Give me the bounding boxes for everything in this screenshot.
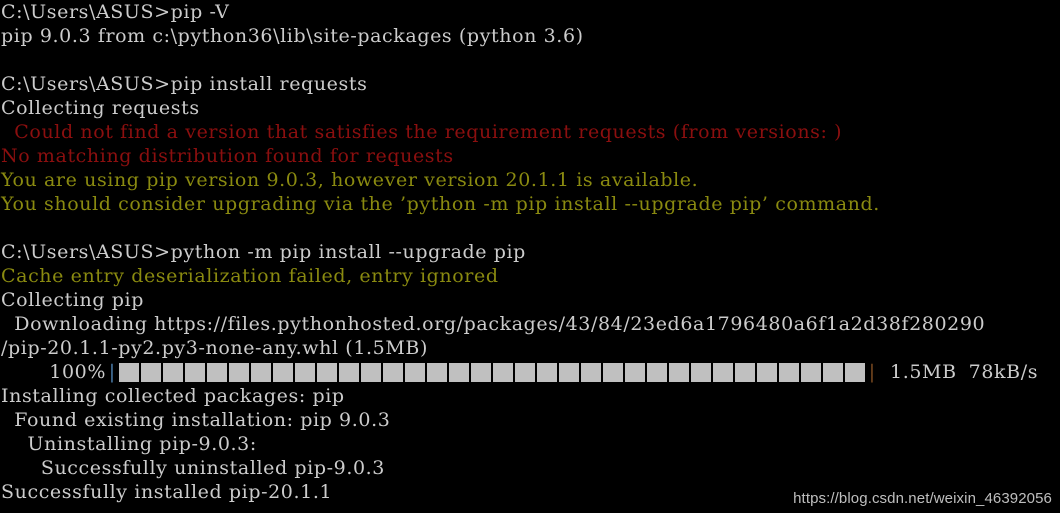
progress-block <box>493 362 513 382</box>
progress-block <box>669 362 689 382</box>
progress-block <box>713 362 733 382</box>
csdn-watermark: https://blog.csdn.net/weixin_46392056 <box>793 490 1052 507</box>
progress-bar-right-delimiter: | <box>868 361 876 383</box>
progress-bar-track <box>119 362 865 382</box>
progress-block <box>779 362 799 382</box>
progress-size-label: 1.5MB <box>890 361 957 383</box>
terminal-line-0: C:\Users\ASUS>pip -V <box>1 1 230 23</box>
terminal-console[interactable]: C:\Users\ASUS>pip -V pip 9.0.3 from c:\py… <box>0 0 1060 513</box>
progress-block <box>339 362 359 382</box>
progress-block <box>361 362 381 382</box>
terminal-line-after-0: Installing collected packages: pip <box>1 385 345 407</box>
progress-percent-label: 100% <box>49 361 106 383</box>
progress-block <box>163 362 183 382</box>
terminal-line-14: /pip-20.1.1-py2.py3-none-any.whl (1.5MB) <box>1 337 428 359</box>
terminal-line-9 <box>0 216 1060 240</box>
terminal-line-2 <box>0 48 1060 72</box>
terminal-line-after-1: Found existing installation: pip 9.0.3 <box>1 409 391 431</box>
progress-block <box>581 362 601 382</box>
progress-block <box>801 362 821 382</box>
progress-block <box>559 362 579 382</box>
progress-block <box>427 362 447 382</box>
progress-block <box>185 362 205 382</box>
progress-block <box>251 362 271 382</box>
terminal-line-4: Collecting requests <box>1 97 200 119</box>
terminal-line-7: You are using pip version 9.0.3, however… <box>1 169 699 191</box>
terminal-line-11: Cache entry deserialization failed, entr… <box>1 265 499 287</box>
progress-block <box>383 362 403 382</box>
progress-block <box>141 362 161 382</box>
progress-block <box>515 362 535 382</box>
progress-block <box>603 362 623 382</box>
terminal-line-3: C:\Users\ASUS>pip install requests <box>1 73 368 95</box>
terminal-line-5: Could not find a version that satisfies … <box>1 121 843 143</box>
progress-block <box>625 362 645 382</box>
progress-bar-left-delimiter: | <box>108 361 116 383</box>
progress-block <box>647 362 667 382</box>
terminal-line-after-3: Successfully uninstalled pip-9.0.3 <box>1 457 385 479</box>
progress-block <box>207 362 227 382</box>
terminal-line-10: C:\Users\ASUS>python -m pip install --up… <box>1 241 526 263</box>
progress-block <box>317 362 337 382</box>
terminal-line-13: Downloading https://files.pythonhosted.o… <box>1 313 986 335</box>
progress-block <box>273 362 293 382</box>
progress-block <box>449 362 469 382</box>
terminal-line-12: Collecting pip <box>1 289 144 311</box>
progress-block <box>405 362 425 382</box>
progress-speed-label: 78kB/s <box>968 361 1039 383</box>
progress-block <box>823 362 843 382</box>
progress-block <box>757 362 777 382</box>
progress-block <box>845 362 865 382</box>
progress-block <box>735 362 755 382</box>
terminal-output-bottom: Installing collected packages: pip Found… <box>0 384 1060 504</box>
terminal-line-8: You should consider upgrading via the ’p… <box>1 193 880 215</box>
progress-block <box>295 362 315 382</box>
terminal-output-top: C:\Users\ASUS>pip -V pip 9.0.3 from c:\py… <box>0 0 1060 360</box>
terminal-line-1: pip 9.0.3 from c:\python36\lib\site-pack… <box>1 25 584 47</box>
progress-block <box>537 362 557 382</box>
terminal-line-6: No matching distribution found for reque… <box>1 145 454 167</box>
progress-block <box>119 362 139 382</box>
progress-block <box>471 362 491 382</box>
download-progress-line: 100% | | 1.5MB 78kB/s <box>0 360 1060 384</box>
progress-block <box>229 362 249 382</box>
terminal-line-after-2: Uninstalling pip-9.0.3: <box>1 433 257 455</box>
progress-block <box>691 362 711 382</box>
